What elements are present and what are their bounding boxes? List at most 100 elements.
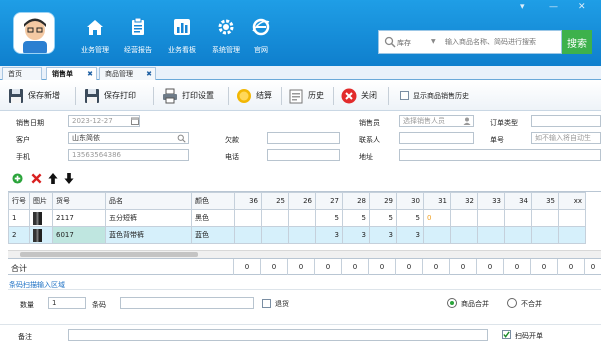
debt-field[interactable] bbox=[267, 132, 340, 144]
merge-radio[interactable] bbox=[447, 298, 457, 308]
size-qty[interactable]: 3 bbox=[342, 226, 370, 244]
size-qty[interactable] bbox=[450, 226, 478, 244]
col-header-size[interactable]: 32 bbox=[450, 192, 478, 210]
home-icon bbox=[87, 20, 103, 35]
size-qty[interactable] bbox=[261, 209, 289, 227]
move-up-icon[interactable] bbox=[48, 173, 58, 184]
chevron-down-icon[interactable]: ▼ bbox=[431, 38, 436, 45]
table-row[interactable]: 1 2117 五分短裤 黑色 5 5 5 5 0 bbox=[8, 209, 586, 227]
close-icon[interactable]: ✖ bbox=[146, 68, 152, 80]
nav-business-management[interactable]: 业务管理 bbox=[72, 18, 118, 58]
search-input[interactable] bbox=[445, 34, 559, 50]
size-qty[interactable] bbox=[288, 209, 316, 227]
scan-order-checkbox[interactable] bbox=[502, 330, 511, 339]
col-header-size[interactable]: 29 bbox=[369, 192, 397, 210]
close-circle-icon bbox=[341, 88, 357, 104]
printer-icon bbox=[163, 88, 177, 104]
no-merge-radio[interactable] bbox=[507, 298, 517, 308]
add-row-icon[interactable] bbox=[12, 173, 23, 184]
size-qty[interactable] bbox=[423, 226, 451, 244]
col-header-size[interactable]: 25 bbox=[261, 192, 289, 210]
search-category-select[interactable]: 库存 bbox=[397, 38, 411, 48]
product-color[interactable]: 黑色 bbox=[191, 209, 235, 227]
col-header-size[interactable]: 35 bbox=[531, 192, 559, 210]
size-qty[interactable] bbox=[288, 226, 316, 244]
dropdown-window-icon[interactable]: ▾ bbox=[520, 2, 525, 12]
move-down-icon[interactable] bbox=[64, 173, 74, 184]
size-qty[interactable]: 0 bbox=[423, 209, 451, 227]
size-qty[interactable]: 5 bbox=[369, 209, 397, 227]
col-header-size[interactable]: 36 bbox=[234, 192, 262, 210]
phone-field[interactable]: 13563564386 bbox=[68, 149, 189, 161]
close-icon[interactable]: ✖ bbox=[87, 68, 93, 80]
col-header-row-no[interactable]: 行号 bbox=[8, 192, 30, 210]
size-qty[interactable] bbox=[531, 226, 559, 244]
col-header-size[interactable]: 28 bbox=[342, 192, 370, 210]
col-header-size[interactable]: 33 bbox=[477, 192, 505, 210]
tab-home[interactable]: 首页 bbox=[2, 67, 42, 80]
qty-field[interactable]: 1 bbox=[48, 297, 86, 309]
size-qty[interactable] bbox=[531, 209, 559, 227]
size-qty[interactable] bbox=[234, 226, 262, 244]
product-name[interactable]: 五分短裤 bbox=[105, 209, 192, 227]
order-no-field[interactable]: 如不输入将自动生 bbox=[531, 132, 601, 144]
search-button[interactable]: 搜索 bbox=[562, 30, 592, 54]
remark-field[interactable] bbox=[68, 329, 488, 341]
nav-official-site[interactable]: 官网 bbox=[238, 18, 284, 58]
product-name[interactable]: 蓝色背带裤 bbox=[105, 226, 192, 244]
size-qty[interactable]: 5 bbox=[315, 209, 343, 227]
show-history-checkbox[interactable] bbox=[400, 91, 409, 100]
col-header-color[interactable]: 颜色 bbox=[191, 192, 235, 210]
size-qty[interactable]: 5 bbox=[396, 209, 424, 227]
order-type-field[interactable] bbox=[531, 115, 601, 127]
search-box[interactable]: 库存 ▼ bbox=[378, 30, 562, 54]
tab-label: 首页 bbox=[8, 70, 22, 78]
close-window-icon[interactable]: ✕ bbox=[578, 2, 586, 12]
contact-field[interactable] bbox=[399, 132, 474, 144]
search-icon[interactable] bbox=[177, 134, 186, 143]
barcode-field[interactable] bbox=[120, 297, 254, 309]
size-qty[interactable] bbox=[558, 226, 586, 244]
col-header-name[interactable]: 品名 bbox=[105, 192, 192, 210]
table-row[interactable]: 2 6017 蓝色背带裤 蓝色 3 3 3 3 bbox=[8, 226, 586, 244]
col-header-size[interactable]: 26 bbox=[288, 192, 316, 210]
product-code[interactable]: 2117 bbox=[52, 209, 106, 227]
size-qty[interactable]: 3 bbox=[315, 226, 343, 244]
size-qty[interactable]: 5 bbox=[342, 209, 370, 227]
tab-sales-order[interactable]: 销售单 ✖ bbox=[46, 67, 97, 80]
size-qty[interactable]: 3 bbox=[369, 226, 397, 244]
product-code[interactable]: 6017 bbox=[52, 226, 106, 244]
calendar-icon[interactable] bbox=[131, 117, 139, 125]
nav-business-report[interactable]: 经营报告 bbox=[115, 18, 161, 58]
tab-product-management[interactable]: 商品管理 ✖ bbox=[99, 67, 156, 80]
size-qty[interactable] bbox=[450, 209, 478, 227]
col-header-size[interactable]: 31 bbox=[423, 192, 451, 210]
size-qty[interactable] bbox=[261, 226, 289, 244]
nav-business-dashboard[interactable]: 业务看板 bbox=[159, 18, 205, 58]
col-header-size[interactable]: 30 bbox=[396, 192, 424, 210]
return-checkbox[interactable] bbox=[262, 299, 271, 308]
col-header-size[interactable]: 27 bbox=[315, 192, 343, 210]
size-qty[interactable]: 3 bbox=[396, 226, 424, 244]
size-qty[interactable] bbox=[234, 209, 262, 227]
save-disk-icon bbox=[9, 89, 23, 103]
user-icon[interactable] bbox=[463, 117, 471, 125]
sale-date-field[interactable]: 2023-12-27 bbox=[68, 115, 140, 127]
size-qty[interactable] bbox=[504, 226, 532, 244]
col-header-size[interactable]: 34 bbox=[504, 192, 532, 210]
delete-row-icon[interactable] bbox=[31, 173, 42, 184]
col-header-image[interactable]: 图片 bbox=[29, 192, 53, 210]
product-color[interactable]: 蓝色 bbox=[191, 226, 235, 244]
size-qty[interactable] bbox=[477, 209, 505, 227]
customer-field[interactable]: 山东简依 bbox=[68, 132, 189, 144]
tel-field[interactable] bbox=[267, 149, 340, 161]
horizontal-scrollbar[interactable] bbox=[8, 250, 601, 258]
col-header-code[interactable]: 货号 bbox=[52, 192, 106, 210]
size-qty[interactable] bbox=[558, 209, 586, 227]
scrollbar-thumb[interactable] bbox=[20, 252, 198, 257]
minimize-window-icon[interactable]: — bbox=[549, 2, 558, 12]
size-qty[interactable] bbox=[477, 226, 505, 244]
size-qty[interactable] bbox=[504, 209, 532, 227]
address-field[interactable] bbox=[399, 149, 601, 161]
col-header-size[interactable]: xx bbox=[558, 192, 586, 210]
